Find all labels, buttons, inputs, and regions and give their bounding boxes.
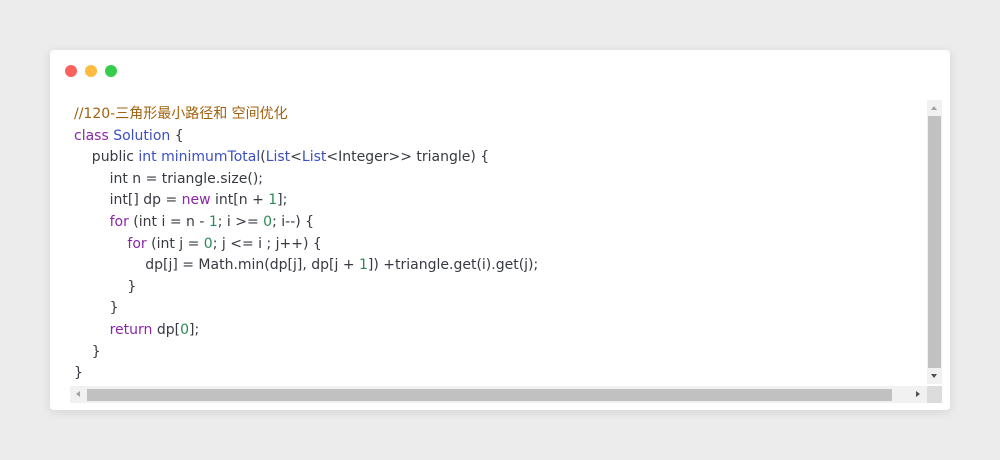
code-token: int[n + xyxy=(210,192,269,209)
code-token: dp[j] = Math.min(dp[j], dp[j + xyxy=(74,257,359,274)
code-line: } xyxy=(74,277,924,299)
vertical-scroll-thumb[interactable] xyxy=(928,116,941,368)
code-token: (int i = n - xyxy=(128,213,209,230)
code-token: 1 xyxy=(359,257,368,274)
code-token: ]; xyxy=(189,321,200,338)
code-line: public int minimumTotal(List<List<Intege… xyxy=(74,147,924,169)
arrow-down-icon[interactable] xyxy=(931,374,937,378)
code-token: 0 xyxy=(180,321,190,338)
code-token: List xyxy=(265,149,291,166)
code-token: dp[ xyxy=(152,321,181,338)
code-token: //120-三角形最小路径和 空间优化 xyxy=(74,106,288,122)
code-token: ]; xyxy=(277,192,288,209)
code-token: 1 xyxy=(208,213,218,230)
code-token: List xyxy=(301,149,327,166)
close-dot-icon xyxy=(65,65,77,77)
code-token: ; i >= xyxy=(217,213,264,230)
code-token: 1 xyxy=(268,192,278,209)
code-token: new xyxy=(181,192,211,209)
code-line: class Solution { xyxy=(74,126,924,148)
code-token: ]) +triangle.get(i).get(j); xyxy=(367,257,539,274)
code-line: for (int j = 0; j <= i ; j++) { xyxy=(74,234,924,256)
code-line: //120-三角形最小路径和 空间优化 xyxy=(74,104,924,126)
code-token: { xyxy=(170,127,184,144)
arrow-left-icon[interactable] xyxy=(76,391,80,397)
code-token: 0 xyxy=(203,235,213,252)
code-token: ; j <= i ; j++) { xyxy=(212,235,322,252)
code-line: } xyxy=(74,298,924,320)
code-token: minimumTotal xyxy=(161,149,261,166)
code-token: int xyxy=(138,149,162,166)
code-token: ; i--) { xyxy=(272,213,315,230)
code-token: } xyxy=(74,278,137,295)
maximize-dot-icon xyxy=(105,65,117,77)
code-token: class xyxy=(74,127,114,144)
code-line: int n = triangle.size(); xyxy=(74,169,924,191)
horizontal-scrollbar[interactable] xyxy=(70,386,927,403)
code-token: int[] dp = xyxy=(74,192,182,209)
code-line: for (int i = n - 1; i >= 0; i--) { xyxy=(74,212,924,234)
code-token: } xyxy=(74,300,119,317)
minimize-dot-icon xyxy=(85,65,97,77)
code-token: public xyxy=(74,149,139,166)
code-token: } xyxy=(74,365,83,382)
code-token: int n = triangle.size(); xyxy=(74,170,264,187)
code-line: return dp[0]; xyxy=(74,320,924,342)
code-line: int[] dp = new int[n + 1]; xyxy=(74,190,924,212)
arrow-right-icon[interactable] xyxy=(916,391,920,397)
code-window: //120-三角形最小路径和 空间优化 class Solution { publ… xyxy=(50,50,950,410)
code-token: for xyxy=(109,213,129,230)
code-token: return xyxy=(109,321,153,338)
code-token: (int j = xyxy=(146,235,204,252)
scrollbar-corner xyxy=(927,386,942,403)
code-block: //120-三角形最小路径和 空间优化 class Solution { publ… xyxy=(74,104,924,386)
code-token: <Integer>> triangle) { xyxy=(326,149,490,166)
horizontal-scroll-thumb[interactable] xyxy=(87,389,892,401)
code-line: } xyxy=(74,363,924,385)
code-token: 0 xyxy=(263,213,273,230)
code-line: } xyxy=(74,342,924,364)
code-token: for xyxy=(127,235,147,252)
vertical-scrollbar[interactable] xyxy=(927,100,942,384)
code-token: Solution xyxy=(113,127,171,144)
code-token: } xyxy=(74,343,101,360)
code-line: dp[j] = Math.min(dp[j], dp[j + 1]) +tria… xyxy=(74,255,924,277)
code-token: < xyxy=(290,149,302,166)
arrow-up-icon[interactable] xyxy=(931,106,937,110)
